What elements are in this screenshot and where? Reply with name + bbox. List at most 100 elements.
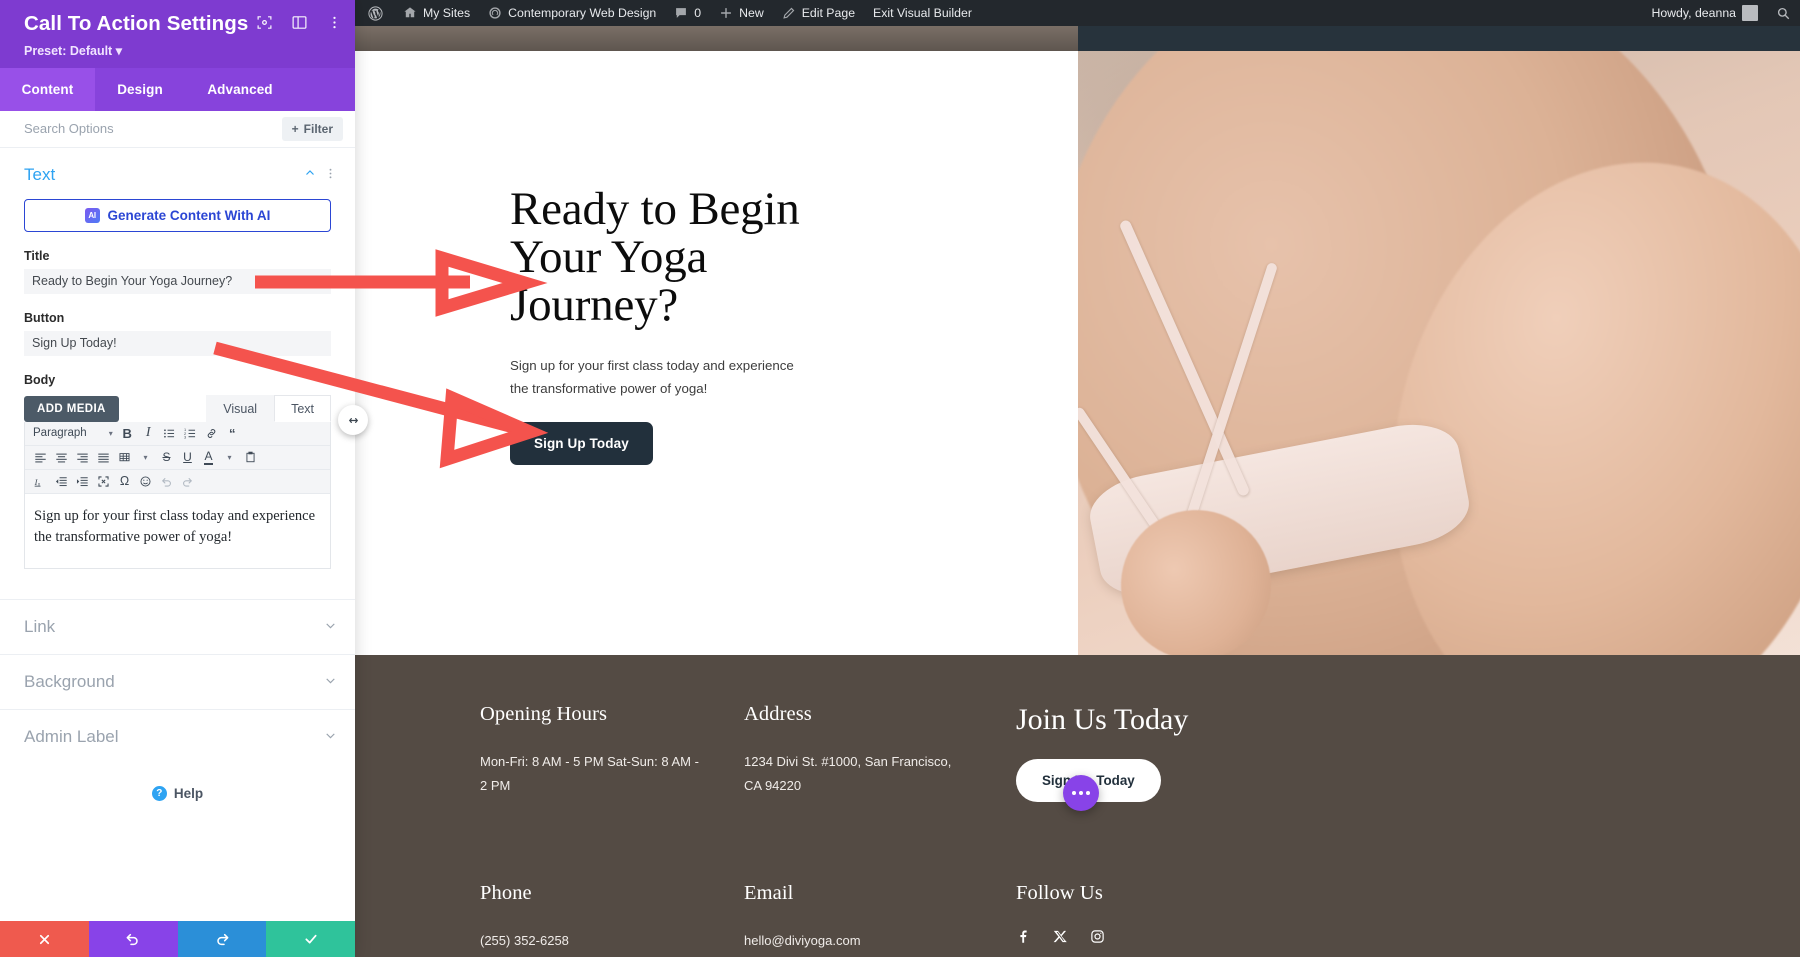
bulleted-list-button[interactable]: [159, 424, 180, 443]
filter-label: Filter: [303, 121, 333, 136]
redo-button[interactable]: [177, 921, 267, 957]
footer-text-opening-hours: Mon-Fri: 8 AM - 5 PM Sat-Sun: 8 AM - 2 P…: [480, 754, 699, 793]
tab-design[interactable]: Design: [95, 68, 185, 111]
plus-icon: [719, 6, 733, 20]
more-vertical-icon[interactable]: [326, 14, 343, 31]
undo-button[interactable]: [88, 921, 178, 957]
instagram-icon[interactable]: [1090, 929, 1105, 949]
dot: [1072, 791, 1076, 795]
text-color-button[interactable]: A: [198, 448, 219, 467]
filter-button[interactable]: + Filter: [281, 116, 343, 141]
chevron-down-icon: ▾: [108, 428, 113, 438]
tab-content[interactable]: Content: [0, 67, 95, 111]
wordpress-logo-icon: [367, 5, 384, 22]
italic-button[interactable]: I: [138, 424, 159, 443]
footer-column-opening-hours: Opening Hours Mon-Fri: 8 AM - 5 PM Sat-S…: [480, 703, 744, 802]
editor-toolbar-row-2: ▾ S U A ▾: [25, 445, 330, 470]
builder-menu-button[interactable]: [1063, 775, 1099, 811]
add-media-button[interactable]: ADD MEDIA: [24, 395, 119, 422]
section-more-icon[interactable]: [324, 167, 337, 182]
chevron-down-icon: [324, 729, 337, 745]
save-changes-button[interactable]: [266, 921, 355, 957]
svg-text:3: 3: [184, 434, 186, 439]
button-text-input[interactable]: Sign Up Today!: [24, 330, 331, 356]
facebook-icon[interactable]: [1016, 929, 1031, 949]
body-editor-toolbar-top: ADD MEDIA Visual Text: [0, 394, 355, 422]
section-admin-label[interactable]: Admin Label: [0, 708, 355, 764]
cta-module[interactable]: Ready to Begin Your Yoga Journey? Sign u…: [355, 51, 1078, 655]
footer-heading-join: Join Us Today: [1016, 703, 1189, 736]
section-background[interactable]: Background: [0, 653, 355, 709]
blockquote-button[interactable]: “: [222, 424, 243, 443]
exit-visual-builder-link[interactable]: Exit Visual Builder: [864, 0, 981, 26]
panel-preset-dropdown[interactable]: Preset: Default ▾: [24, 43, 341, 58]
admin-bar-search-button[interactable]: [1767, 0, 1800, 26]
footer-column-email: Email hello@diviyoga.com: [744, 882, 1016, 953]
section-link[interactable]: Link: [0, 598, 355, 654]
redo-button[interactable]: [177, 472, 198, 491]
my-sites-label: My Sites: [423, 6, 471, 20]
plus-icon: +: [291, 121, 299, 136]
body-editor-content[interactable]: Sign up for your first class today and e…: [25, 493, 330, 568]
footer-heading-email: Email: [744, 882, 794, 904]
text-color-caret-icon[interactable]: ▾: [219, 448, 240, 467]
insert-table-button[interactable]: [114, 448, 135, 467]
numbered-list-button[interactable]: 123: [180, 424, 201, 443]
footer-heading-opening-hours: Opening Hours: [480, 703, 608, 725]
comment-count: 0: [694, 6, 702, 20]
paste-as-text-button[interactable]: [240, 448, 261, 467]
generate-content-with-ai-button[interactable]: AI Generate Content With AI: [24, 198, 331, 232]
comments-menu[interactable]: 0: [665, 0, 710, 26]
title-field-label: Title: [24, 248, 50, 263]
resize-handle-button[interactable]: [338, 405, 368, 435]
help-button[interactable]: ? Help: [0, 764, 355, 801]
tab-advanced[interactable]: Advanced: [185, 68, 295, 111]
title-input[interactable]: Ready to Begin Your Yoga Journey?: [24, 268, 331, 294]
justify-button[interactable]: [93, 448, 114, 467]
fullscreen-button[interactable]: [93, 472, 114, 491]
edit-page-link[interactable]: Edit Page: [773, 0, 864, 26]
layout-icon[interactable]: [291, 14, 308, 31]
admin-bar-right: Howdy, deanna: [1642, 0, 1800, 26]
align-right-button[interactable]: [72, 448, 93, 467]
clear-formatting-button[interactable]: Ix: [30, 472, 51, 491]
body-field-label: Body: [24, 372, 56, 387]
discard-changes-button[interactable]: [0, 921, 89, 957]
site-name-menu[interactable]: Contemporary Web Design: [479, 0, 665, 26]
indent-button[interactable]: [72, 472, 93, 491]
cta-title: Ready to Begin Your Yoga Journey?: [510, 183, 800, 331]
special-character-button[interactable]: Ω: [114, 472, 135, 491]
align-center-button[interactable]: [51, 448, 72, 467]
panel-action-bar: [0, 921, 355, 957]
focus-icon[interactable]: [256, 14, 273, 31]
x-twitter-icon[interactable]: [1053, 929, 1068, 949]
new-content-menu[interactable]: New: [710, 0, 773, 26]
ai-button-label: Generate Content With AI: [107, 207, 271, 223]
panel-header: Call To Action Settings Preset: Default …: [0, 0, 355, 68]
insert-link-button[interactable]: [201, 424, 222, 443]
wordpress-logo-button[interactable]: [355, 0, 394, 26]
cta-signup-button[interactable]: Sign Up Today: [510, 422, 653, 466]
new-label: New: [739, 6, 764, 20]
chevron-down-icon: [324, 619, 337, 635]
my-sites-menu[interactable]: My Sites: [394, 0, 479, 26]
outdent-button[interactable]: [51, 472, 72, 491]
bold-button[interactable]: B: [117, 424, 138, 443]
tab-visual-editor[interactable]: Visual: [206, 394, 275, 422]
avatar: [1742, 5, 1758, 21]
table-caret-icon[interactable]: ▾: [135, 448, 156, 467]
search-input[interactable]: [24, 121, 214, 137]
format-select[interactable]: Paragraph ▾: [30, 427, 117, 439]
undo-button[interactable]: [156, 472, 177, 491]
align-left-button[interactable]: [30, 448, 51, 467]
underline-button[interactable]: U: [177, 448, 198, 467]
account-menu[interactable]: Howdy, deanna: [1642, 0, 1767, 26]
emoji-button[interactable]: [135, 472, 156, 491]
section-top-strip: [355, 26, 1078, 51]
panel-body: Text AI Generate Content With AI Title R…: [0, 147, 355, 921]
help-label: Help: [173, 785, 204, 801]
section-title-link: Link: [24, 616, 56, 636]
tab-text-editor[interactable]: Text: [274, 394, 331, 422]
strikethrough-button[interactable]: S: [156, 448, 177, 467]
chevron-up-icon[interactable]: [304, 167, 316, 182]
